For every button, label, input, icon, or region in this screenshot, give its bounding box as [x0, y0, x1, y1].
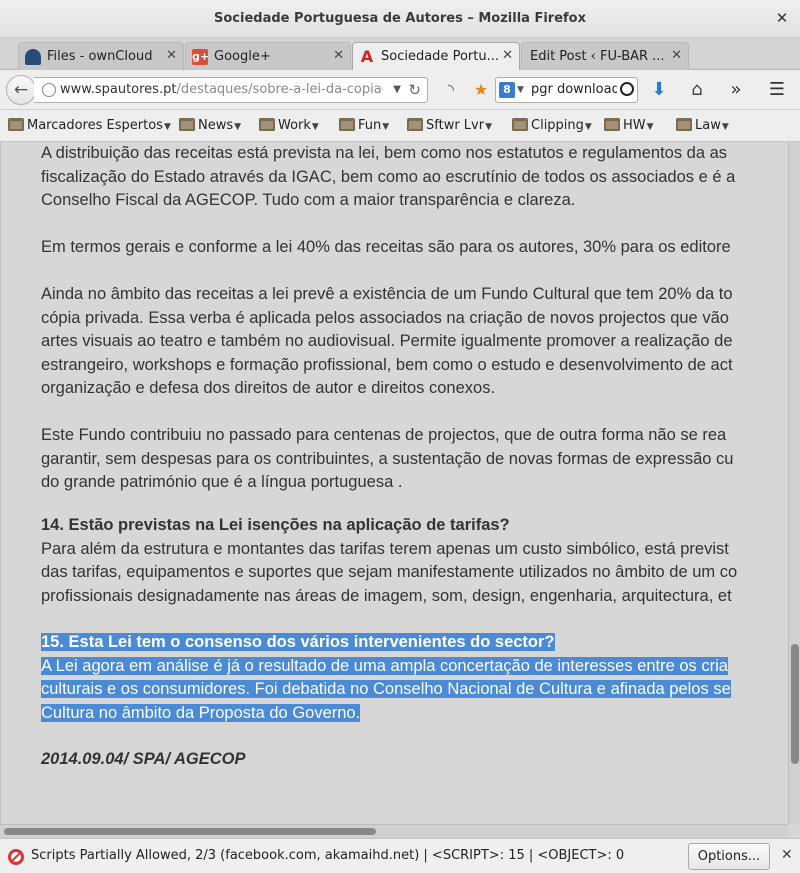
navigation-toolbar: ← www.spautores.pt/destaques/sobre-a-lei… — [0, 70, 800, 110]
search-input[interactable]: pgr downloads — [531, 78, 617, 102]
article-text-line: Ainda no âmbito das receitas a lei prevê… — [41, 285, 733, 303]
horizontal-scroll-thumb[interactable] — [4, 828, 376, 835]
article-signature: 2014.09.04/ SPA/ AGECOP — [41, 750, 246, 768]
rss-feed-icon[interactable]: ◝ — [440, 79, 462, 101]
window-title: Sociedade Portuguesa de Autores – Mozill… — [213, 11, 587, 26]
article-text-line: cópia privada. Essa verba é aplicada pel… — [41, 308, 729, 327]
folder-icon — [8, 118, 24, 131]
bookmark-folder-fun[interactable]: Fun▼ — [339, 117, 389, 135]
section-heading-15: 15. Esta Lei tem o consenso dos vários i… — [41, 631, 788, 655]
article-text-line: organização e defesa dos direitos de aut… — [41, 379, 496, 397]
bookmark-folder-law[interactable]: Law▼ — [676, 117, 729, 135]
menu-hamburger-icon[interactable]: ☰ — [766, 79, 788, 101]
article-text-line: A Lei agora em análise é já o resultado … — [41, 655, 788, 679]
tab-spautores[interactable]: A Sociedade Portu... ✕ — [352, 42, 520, 71]
bookmarks-toolbar: Marcadores Espertos▼ News▼ Work▼ Fun▼ Sf… — [0, 110, 800, 142]
tab-googleplus[interactable]: g+ Google+ ✕ — [185, 42, 351, 70]
search-engine-dropdown-icon[interactable]: ▼ — [517, 78, 524, 102]
article-text-line: artes visuais ao teatro e também no audi… — [41, 332, 733, 350]
folder-icon — [512, 118, 528, 131]
section-heading-14: 14. Estão previstas na Lei isenções na a… — [41, 516, 510, 534]
article-text-line: Este Fundo contribuiu no passado para ce… — [41, 426, 727, 444]
article-text-line: Cultura no âmbito da Proposta do Governo… — [41, 702, 788, 726]
article-text-line: garantir, sem despesas para os contribui… — [41, 449, 734, 468]
tab-label: Google+ — [214, 49, 271, 64]
owncloud-cloud-icon — [25, 49, 41, 65]
tab-strip: Files - ownCloud ✕ g+ Google+ ✕ A Socied… — [0, 38, 800, 103]
noscript-blocked-icon — [8, 849, 24, 865]
selected-text: culturais e os consumidores. Foi debatid… — [41, 680, 731, 698]
downloads-icon[interactable]: ⬇ — [648, 79, 670, 101]
tab-edit-post[interactable]: Edit Post ‹ FU-BAR ... ✕ — [521, 42, 689, 70]
folder-icon — [179, 118, 195, 131]
globe-icon — [42, 83, 56, 97]
tab-close-icon[interactable]: ✕ — [502, 48, 513, 63]
tab-close-icon[interactable]: ✕ — [166, 48, 177, 63]
selected-text: A Lei agora em análise é já o resultado … — [41, 656, 728, 675]
tab-label: Edit Post ‹ FU-BAR ... — [530, 49, 665, 64]
extension-icon[interactable]: ★ — [470, 79, 492, 101]
overflow-chevron-icon[interactable]: » — [725, 79, 747, 101]
bookmark-folder-clipping[interactable]: Clipping▼ — [512, 117, 592, 135]
vertical-scrollbar[interactable] — [788, 142, 800, 824]
page-content: A distribuição das receitas está previst… — [0, 142, 788, 824]
article-text-line: culturais e os consumidores. Foi debatid… — [41, 678, 788, 702]
folder-icon — [407, 118, 423, 131]
noscript-status-message: Scripts Partially Allowed, 2/3 (facebook… — [31, 848, 625, 863]
article-text-line: das tarifas, equipamentos e suportes que… — [41, 563, 738, 581]
folder-icon — [604, 118, 620, 131]
url-bar[interactable]: www.spautores.pt/destaques/sobre-a-lei-d… — [34, 77, 428, 103]
article-text-line: A distribuição das receitas está previst… — [41, 144, 728, 162]
bookmark-folder-hw[interactable]: HW▼ — [604, 117, 654, 135]
close-icon[interactable]: ✕ — [781, 847, 793, 863]
article-text-line: fiscalização do Estado através da IGAC, … — [41, 167, 736, 186]
bookmark-folder-work[interactable]: Work▼ — [259, 117, 319, 135]
url-history-dropdown-icon[interactable]: ▼ — [393, 78, 401, 102]
bookmark-folder-sftwr-lvr[interactable]: Sftwr Lvr▼ — [407, 117, 492, 135]
horizontal-scrollbar[interactable] — [0, 824, 788, 838]
folder-icon — [259, 118, 275, 131]
reload-icon[interactable]: ↻ — [408, 78, 421, 102]
tab-label: Sociedade Portu... — [381, 49, 499, 64]
article-text-line: estrangeiro, workshops e formação profis… — [41, 355, 733, 374]
article-text-line: Em termos gerais e conforme a lei 40% da… — [41, 238, 731, 256]
tab-close-icon[interactable]: ✕ — [671, 48, 682, 63]
article-text-line: Conselho Fiscal da AGECOP. Tudo com a ma… — [41, 191, 576, 209]
tab-close-icon[interactable]: ✕ — [333, 48, 344, 63]
search-icon[interactable] — [620, 82, 634, 96]
folder-icon — [339, 118, 355, 131]
article-text-line: Para além da estrutura e montantes das t… — [41, 539, 729, 558]
tab-owncloud[interactable]: Files - ownCloud ✕ — [18, 42, 184, 70]
vertical-scroll-thumb[interactable] — [791, 644, 799, 764]
spa-logo-icon: A — [360, 47, 374, 66]
back-button[interactable]: ← — [6, 75, 36, 105]
google-plus-icon: g+ — [192, 49, 210, 65]
selected-text: 15. Esta Lei tem o consenso dos vários i… — [41, 633, 555, 651]
home-icon[interactable]: ⌂ — [686, 79, 708, 101]
bookmark-folder-marcadores-espertos[interactable]: Marcadores Espertos▼ — [8, 117, 171, 135]
article-text-line: do grande património que é a língua port… — [41, 473, 403, 491]
window-close-button[interactable]: ✕ — [774, 10, 790, 26]
title-bar: Sociedade Portuguesa de Autores – Mozill… — [0, 0, 800, 38]
bookmark-folder-news[interactable]: News▼ — [179, 117, 241, 135]
url-text[interactable]: www.spautores.pt/destaques/sobre-a-lei-d… — [60, 78, 383, 102]
options-button[interactable]: Options... — [688, 843, 770, 870]
search-engine-icon[interactable]: 8 — [499, 82, 515, 98]
tab-label: Files - ownCloud — [47, 49, 153, 64]
selected-text: Cultura no âmbito da Proposta do Governo… — [41, 703, 361, 722]
search-box[interactable]: 8 ▼ pgr downloads — [495, 77, 638, 103]
browser-window: Sociedade Portuguesa de Autores – Mozill… — [0, 0, 800, 873]
article-text-line: profissionais designadamente nas áreas d… — [41, 586, 732, 605]
folder-icon — [676, 118, 692, 131]
noscript-notification-bar: Scripts Partially Allowed, 2/3 (facebook… — [0, 838, 800, 873]
